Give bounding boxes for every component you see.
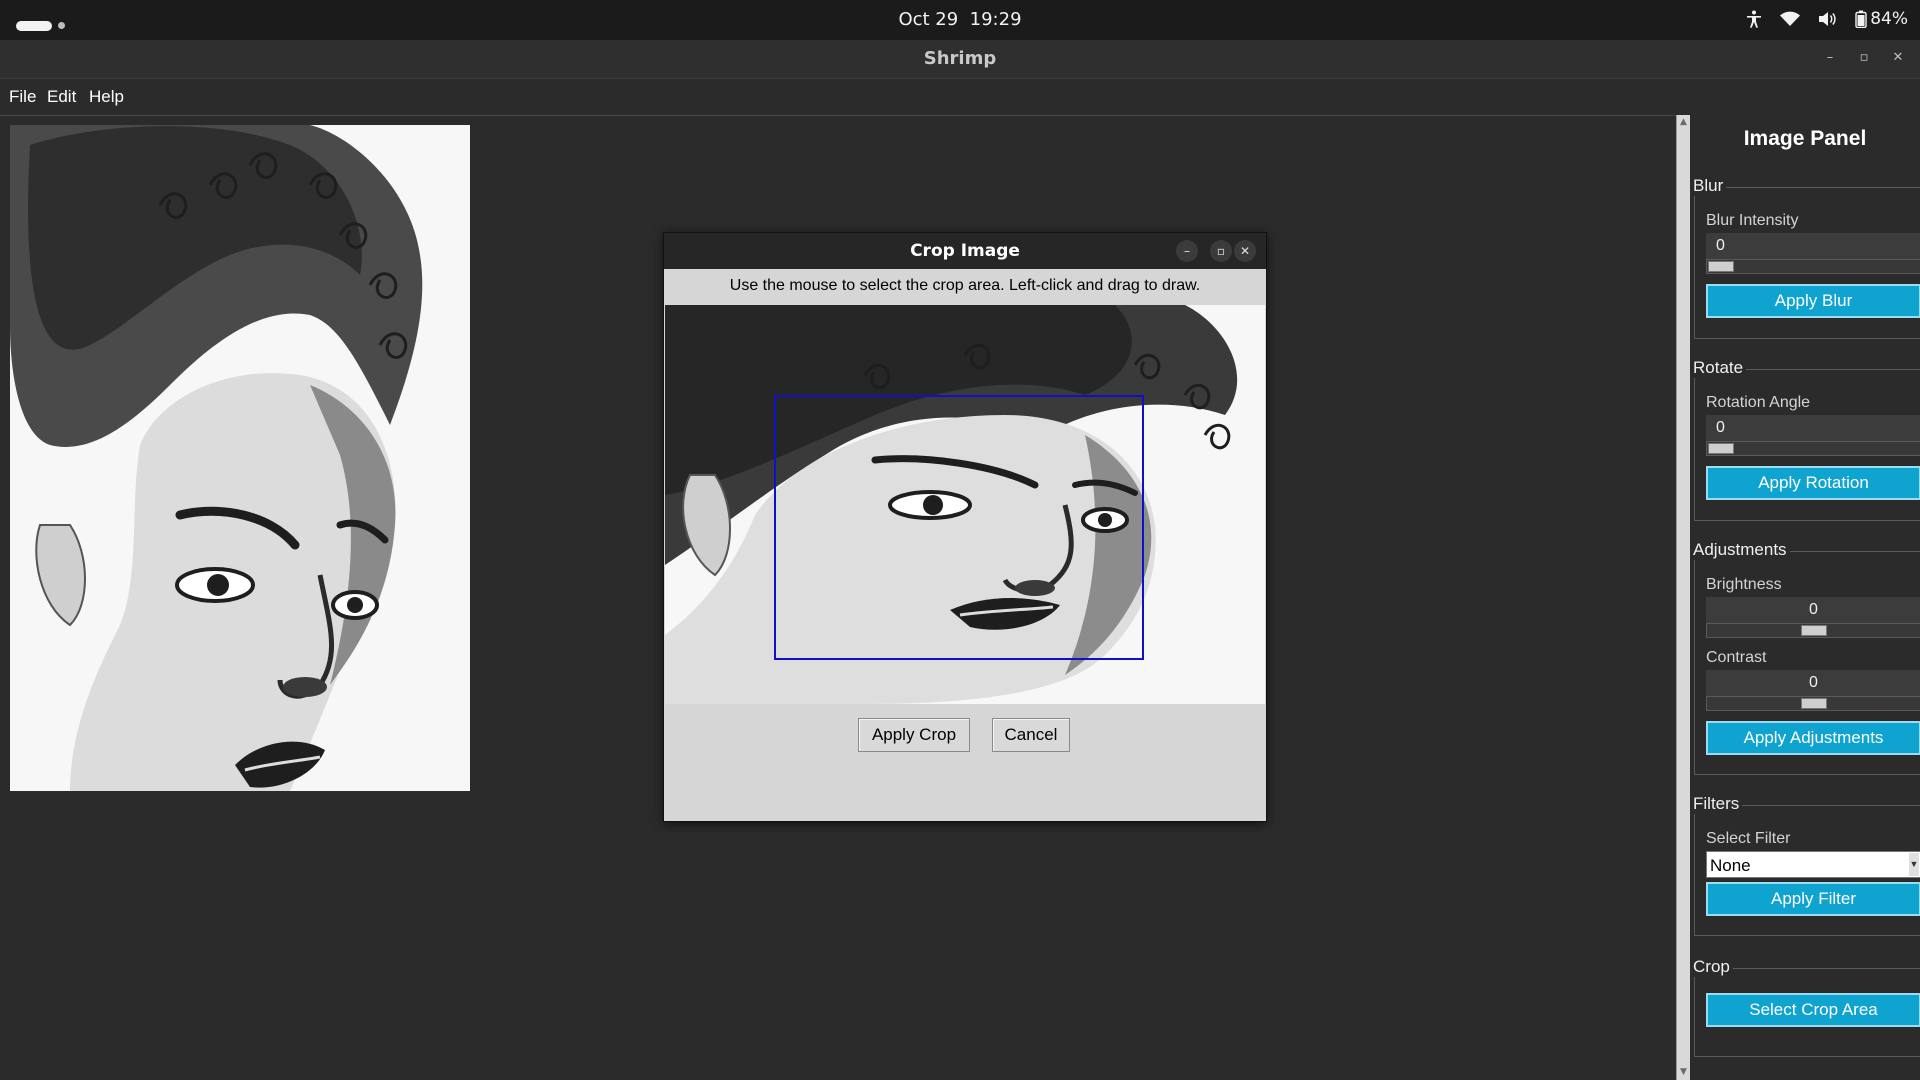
select-filter-label: Select Filter xyxy=(1706,830,1791,847)
brightness-slider[interactable] xyxy=(1706,623,1920,638)
image-panel: Image Panel Blur Blur Intensity 0 Apply … xyxy=(1690,115,1920,1080)
rotation-angle-field[interactable]: 0 xyxy=(1706,415,1920,441)
blur-group: Blur Blur Intensity 0 Apply Blur xyxy=(1693,176,1920,339)
brightness-field[interactable]: 0 xyxy=(1706,597,1920,623)
rotate-legend: Rotate xyxy=(1693,358,1747,378)
filter-select-value: None xyxy=(1710,856,1751,875)
dialog-minimize-icon[interactable]: – xyxy=(1176,240,1198,262)
blur-intensity-field[interactable]: 0 xyxy=(1706,233,1920,259)
contrast-label: Contrast xyxy=(1706,649,1767,666)
minimize-icon[interactable]: – xyxy=(1822,50,1838,66)
battery-status[interactable]: 84% xyxy=(1854,9,1908,29)
clock-date[interactable]: Oct 29 xyxy=(898,9,958,30)
window-title: Shrimp xyxy=(923,48,997,69)
apply-adjustments-button[interactable]: Apply Adjustments xyxy=(1706,721,1920,755)
filters-legend: Filters xyxy=(1693,794,1743,814)
portrait-image xyxy=(10,125,470,791)
dialog-title-bar[interactable]: Crop Image – ▫ ✕ xyxy=(664,233,1266,269)
crop-legend: Crop xyxy=(1693,957,1733,977)
apply-crop-button[interactable]: Apply Crop xyxy=(858,718,970,752)
battery-percent: 84% xyxy=(1870,9,1908,29)
workspace-dot-icon xyxy=(58,22,65,29)
select-crop-area-button[interactable]: Select Crop Area xyxy=(1706,993,1920,1027)
apply-blur-button[interactable]: Apply Blur xyxy=(1706,284,1920,318)
apply-filter-button[interactable]: Apply Filter xyxy=(1706,882,1920,916)
workspace-pill-icon xyxy=(16,20,52,31)
filter-select[interactable]: None ▼ xyxy=(1706,851,1920,878)
rotation-angle-label: Rotation Angle xyxy=(1706,394,1811,411)
dropdown-arrow-icon[interactable]: ▼ xyxy=(1909,853,1919,876)
slider-thumb[interactable] xyxy=(1801,698,1827,709)
activities-indicator[interactable] xyxy=(16,15,65,34)
menu-edit[interactable]: Edit xyxy=(47,87,76,107)
panel-title: Image Panel xyxy=(1743,127,1867,150)
menu-help[interactable]: Help xyxy=(89,87,124,107)
filters-group: Filters Select Filter None ▼ Apply Filte… xyxy=(1693,794,1920,936)
wifi-icon[interactable] xyxy=(1780,11,1801,27)
slider-thumb[interactable] xyxy=(1708,443,1734,454)
close-icon[interactable]: ✕ xyxy=(1890,50,1906,66)
crop-selection-rectangle[interactable] xyxy=(774,395,1144,660)
crop-canvas[interactable] xyxy=(665,305,1265,704)
blur-legend: Blur xyxy=(1693,176,1727,196)
contrast-slider[interactable] xyxy=(1706,696,1920,711)
cancel-button[interactable]: Cancel xyxy=(992,718,1070,752)
vertical-scrollbar[interactable]: ▲ ▼ xyxy=(1676,115,1690,1080)
adjustments-legend: Adjustments xyxy=(1693,540,1790,560)
rotate-group: Rotate Rotation Angle 0 Apply Rotation xyxy=(1693,358,1920,521)
slider-thumb[interactable] xyxy=(1801,625,1827,636)
system-tray: 84% xyxy=(1746,9,1908,29)
crop-image-dialog: Crop Image – ▫ ✕ Use the mouse to select… xyxy=(663,232,1267,822)
window-title-bar[interactable]: Shrimp – ▫ ✕ xyxy=(0,40,1920,79)
blur-intensity-label: Blur Intensity xyxy=(1706,212,1799,229)
dialog-close-icon[interactable]: ✕ xyxy=(1234,240,1256,262)
system-top-bar: Oct 29 19:29 84% xyxy=(0,0,1920,40)
clock: Oct 29 19:29 xyxy=(0,9,1920,30)
crop-group: Crop Select Crop Area xyxy=(1693,957,1920,1057)
menu-file[interactable]: File xyxy=(9,87,36,107)
volume-icon[interactable] xyxy=(1818,11,1836,27)
slider-thumb[interactable] xyxy=(1708,261,1734,272)
blur-intensity-slider[interactable] xyxy=(1706,259,1920,274)
menu-bar: File Edit Help xyxy=(0,79,1920,116)
battery-icon xyxy=(1854,10,1868,28)
dialog-maximize-icon[interactable]: ▫ xyxy=(1210,240,1232,262)
adjustments-group: Adjustments Brightness 0 Contrast 0 Appl… xyxy=(1693,540,1920,775)
maximize-icon[interactable]: ▫ xyxy=(1856,50,1872,66)
scroll-down-arrow-icon[interactable]: ▼ xyxy=(1678,1067,1689,1078)
crop-instruction-text: Use the mouse to select the crop area. L… xyxy=(729,277,1201,294)
rotation-angle-slider[interactable] xyxy=(1706,441,1920,456)
main-image-canvas[interactable] xyxy=(10,125,470,791)
brightness-label: Brightness xyxy=(1706,576,1782,593)
apply-rotation-button[interactable]: Apply Rotation xyxy=(1706,466,1920,500)
accessibility-icon[interactable] xyxy=(1746,10,1762,28)
scroll-up-arrow-icon[interactable]: ▲ xyxy=(1678,117,1689,128)
clock-time[interactable]: 19:29 xyxy=(970,9,1022,30)
contrast-field[interactable]: 0 xyxy=(1706,670,1920,696)
